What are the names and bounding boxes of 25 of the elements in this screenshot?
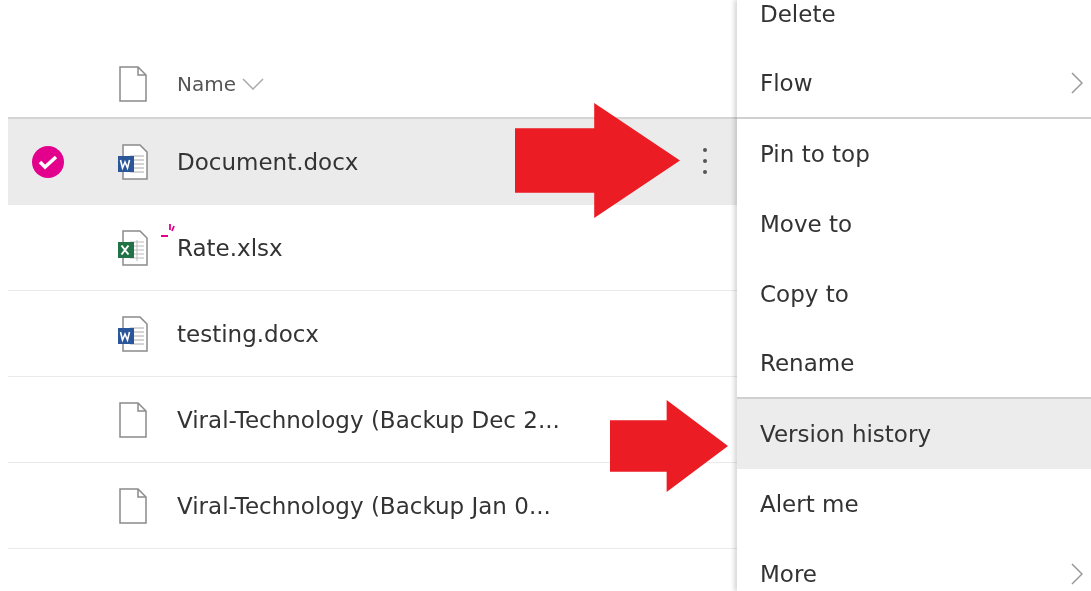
menu-item[interactable]: Version history <box>737 399 1091 469</box>
chevron-down-icon[interactable] <box>242 77 264 90</box>
file-icon <box>116 487 149 524</box>
file-row[interactable]: testing.docx <box>8 291 737 377</box>
menu-item[interactable]: Move to <box>737 189 1091 259</box>
name-column-header[interactable]: Name <box>177 71 236 96</box>
spreadsheet-icon <box>116 229 149 266</box>
check-circle-icon[interactable] <box>31 144 65 179</box>
file-type-column-icon <box>116 65 149 102</box>
menu-item[interactable]: Pin to top <box>737 119 1091 189</box>
file-name[interactable]: Rate.xlsx <box>177 234 283 261</box>
file-name[interactable]: Viral-Technology (Backup Dec 2... <box>177 406 560 433</box>
menu-item[interactable]: Delete <box>737 0 1091 49</box>
word-document-icon <box>116 315 149 352</box>
chevron-right-icon <box>1071 563 1083 585</box>
file-name[interactable]: Viral-Technology (Backup Jan 0... <box>177 492 551 519</box>
word-document-icon <box>116 143 149 180</box>
menu-item[interactable]: Flow <box>737 49 1091 119</box>
menu-item[interactable]: More <box>737 539 1091 591</box>
file-name[interactable]: Document.docx <box>177 148 359 175</box>
chevron-right-icon <box>1071 72 1083 94</box>
file-icon <box>116 401 149 438</box>
menu-item[interactable]: Copy to <box>737 259 1091 329</box>
file-name[interactable]: testing.docx <box>177 320 319 347</box>
menu-item[interactable]: Alert me <box>737 469 1091 539</box>
